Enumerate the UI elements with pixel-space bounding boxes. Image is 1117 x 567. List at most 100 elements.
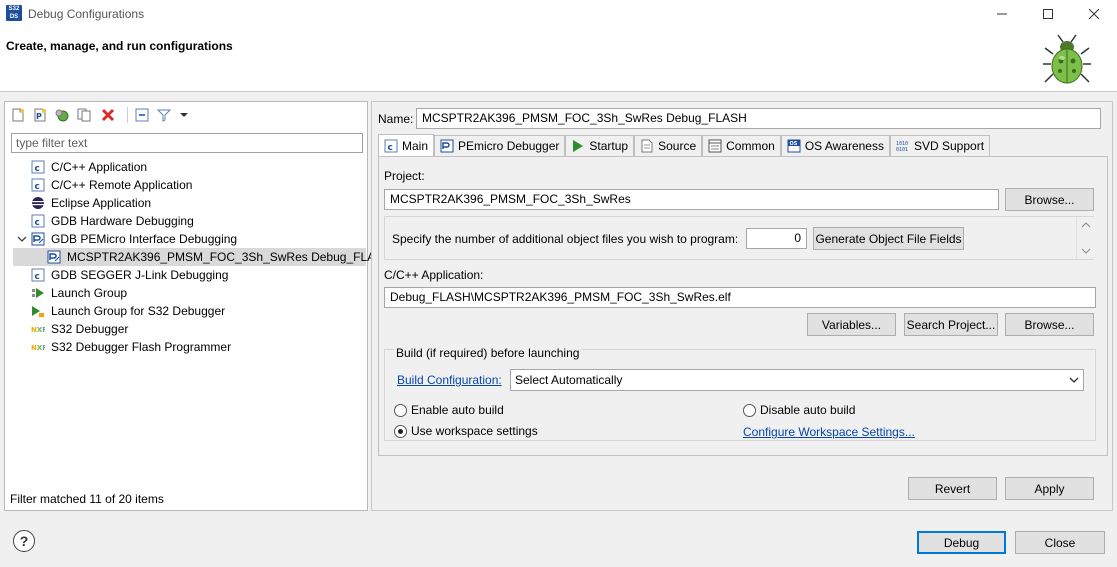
use-workspace-settings-option[interactable]: Use workspace settings (394, 424, 538, 438)
help-icon: ? (19, 533, 29, 549)
view-menu-button[interactable] (175, 106, 193, 124)
enable-auto-build-label: Enable auto build (411, 403, 504, 417)
tree-item-label: Eclipse Application (51, 196, 152, 210)
browse-project-button[interactable]: Browse... (1005, 188, 1094, 211)
tree-item-label: GDB Hardware Debugging (51, 214, 194, 228)
config-toolbar: P (5, 102, 367, 128)
tab-pemicro-debugger[interactable]: PEmicro Debugger (434, 135, 566, 156)
tree-item-gdb-hardware[interactable]: c GDB Hardware Debugging (13, 212, 365, 230)
tab-label: OS Awareness (804, 139, 884, 153)
build-configuration-link[interactable]: Build Configuration: (397, 373, 502, 387)
c-app-icon: c (31, 178, 45, 192)
export-button[interactable] (53, 106, 71, 124)
tab-label: Main (402, 138, 429, 153)
pemicro-icon (47, 250, 61, 264)
disable-auto-build-label: Disable auto build (760, 403, 856, 417)
use-workspace-settings-radio[interactable] (394, 424, 407, 438)
tree-item-label: MCSPTR2AK396_PMSM_FOC_3Sh_SwRes Debug_FL… (67, 250, 392, 264)
filter-input[interactable] (11, 133, 363, 153)
nxp-icon: NXP (31, 344, 45, 352)
chevron-down-icon (1069, 377, 1079, 383)
scroll-up-icon[interactable] (1081, 221, 1091, 229)
c-app-icon: c (31, 214, 45, 228)
duplicate-button[interactable] (75, 106, 93, 124)
svg-text:c: c (388, 143, 393, 153)
browse-app-button[interactable]: Browse... (1005, 313, 1094, 336)
collapse-all-icon (135, 108, 149, 122)
build-group-title: Build (if required) before launching (394, 346, 582, 360)
build-configuration-value: Select Automatically (515, 373, 623, 387)
build-configuration-select[interactable]: Select Automatically (510, 369, 1084, 391)
scroll-down-icon[interactable] (1081, 247, 1091, 255)
c-app-icon: c (31, 160, 45, 174)
configure-workspace-link[interactable]: Configure Workspace Settings... (743, 425, 915, 439)
launch-group-icon (32, 306, 44, 317)
help-button[interactable]: ? (13, 530, 35, 552)
tree-item-s32-debugger[interactable]: NXP S32 Debugger (13, 320, 365, 338)
minimize-icon (997, 13, 1007, 15)
tree-item-c-remote-app[interactable]: c C/C++ Remote Application (13, 176, 365, 194)
tab-source[interactable]: Source (634, 135, 703, 156)
filter-icon (157, 109, 171, 122)
close-button[interactable]: Close (1015, 531, 1105, 554)
tree-item-label: C/C++ Remote Application (51, 178, 193, 192)
tree-item-c-app[interactable]: c C/C++ Application (13, 158, 365, 176)
close-window-button[interactable] (1071, 0, 1117, 28)
search-project-button[interactable]: Search Project... (904, 313, 998, 336)
config-tabs: c Main PEmicro Debugger Startup Source C… (378, 134, 991, 156)
debug-bug-icon (1043, 34, 1091, 84)
revert-button[interactable]: Revert (908, 477, 997, 500)
toolbar-divider (127, 107, 128, 123)
generate-object-fields-button[interactable]: Generate Object File Fields (813, 227, 964, 250)
debug-button[interactable]: Debug (917, 531, 1006, 554)
tree-item-segger[interactable]: c GDB SEGGER J-Link Debugging (13, 266, 365, 284)
tree-item-launch-group-s32[interactable]: Launch Group for S32 Debugger (13, 302, 365, 320)
tree-item-s32-flash-programmer[interactable]: NXP S32 Debugger Flash Programmer (13, 338, 365, 356)
filter-status: Filter matched 11 of 20 items (10, 492, 164, 506)
tab-common[interactable]: Common (702, 135, 781, 156)
main-tab-icon: c (384, 139, 398, 153)
delete-button[interactable] (99, 106, 117, 124)
tree-item-launch-group[interactable]: Launch Group (13, 284, 365, 302)
config-tree-panel: P c C/C++ Application c C/C++ Remote A (4, 101, 392, 511)
disable-auto-build-radio[interactable] (743, 403, 756, 417)
svg-text:c: c (35, 164, 40, 174)
tab-label: Common (726, 139, 775, 153)
disable-auto-build-option[interactable]: Disable auto build (743, 403, 855, 417)
collapse-all-button[interactable] (133, 106, 151, 124)
project-input[interactable]: MCSPTR2AK396_PMSM_FOC_3Sh_SwRes (384, 189, 999, 210)
use-workspace-settings-label: Use workspace settings (411, 424, 538, 438)
main-tab-content: Project: MCSPTR2AK396_PMSM_FOC_3Sh_SwRes… (378, 156, 1108, 456)
common-icon (708, 139, 722, 153)
svg-text:P: P (36, 112, 42, 121)
chevron-down-icon[interactable] (17, 234, 27, 244)
new-prototype-button[interactable]: P (31, 106, 49, 124)
new-prototype-icon: P (34, 108, 46, 122)
enable-auto-build-radio[interactable] (394, 403, 407, 417)
tab-label: SVD Support (913, 139, 985, 153)
enable-auto-build-option[interactable]: Enable auto build (394, 403, 504, 417)
tab-svd-support[interactable]: 1010 0101 SVD Support (889, 135, 991, 156)
tree-item-selected-config[interactable]: MCSPTR2AK396_PMSM_FOC_3Sh_SwRes Debug_FL… (13, 248, 392, 266)
launch-group-icon (32, 288, 44, 298)
object-files-group: Specify the number of additional object … (384, 216, 1094, 260)
minimize-button[interactable] (979, 0, 1025, 28)
apply-button[interactable]: Apply (1005, 477, 1094, 500)
c-app-icon: c (31, 268, 45, 282)
filter-button[interactable] (155, 106, 173, 124)
tab-main[interactable]: c Main (378, 134, 435, 156)
source-icon (641, 139, 653, 153)
tree-item-gdb-pemicro[interactable]: GDB PEMicro Interface Debugging (13, 230, 365, 248)
tree-item-eclipse-app[interactable]: Eclipse Application (13, 194, 365, 212)
tab-startup[interactable]: Startup (565, 135, 635, 156)
new-config-button[interactable] (9, 106, 27, 124)
object-files-count-input[interactable]: 0 (746, 228, 807, 249)
tab-label: PEmicro Debugger (458, 139, 560, 153)
variables-button[interactable]: Variables... (807, 313, 896, 336)
maximize-button[interactable] (1025, 0, 1071, 28)
app-path-input[interactable]: Debug_FLASH\MCSPTR2AK396_PMSM_FOC_3Sh_Sw… (384, 287, 1096, 308)
tab-os-awareness[interactable]: OS OS Awareness (780, 135, 890, 156)
object-files-scrollbar[interactable] (1076, 217, 1094, 259)
svg-text:c: c (35, 182, 40, 192)
config-name-input[interactable]: MCSPTR2AK396_PMSM_FOC_3Sh_SwRes Debug_FL… (416, 108, 1101, 129)
